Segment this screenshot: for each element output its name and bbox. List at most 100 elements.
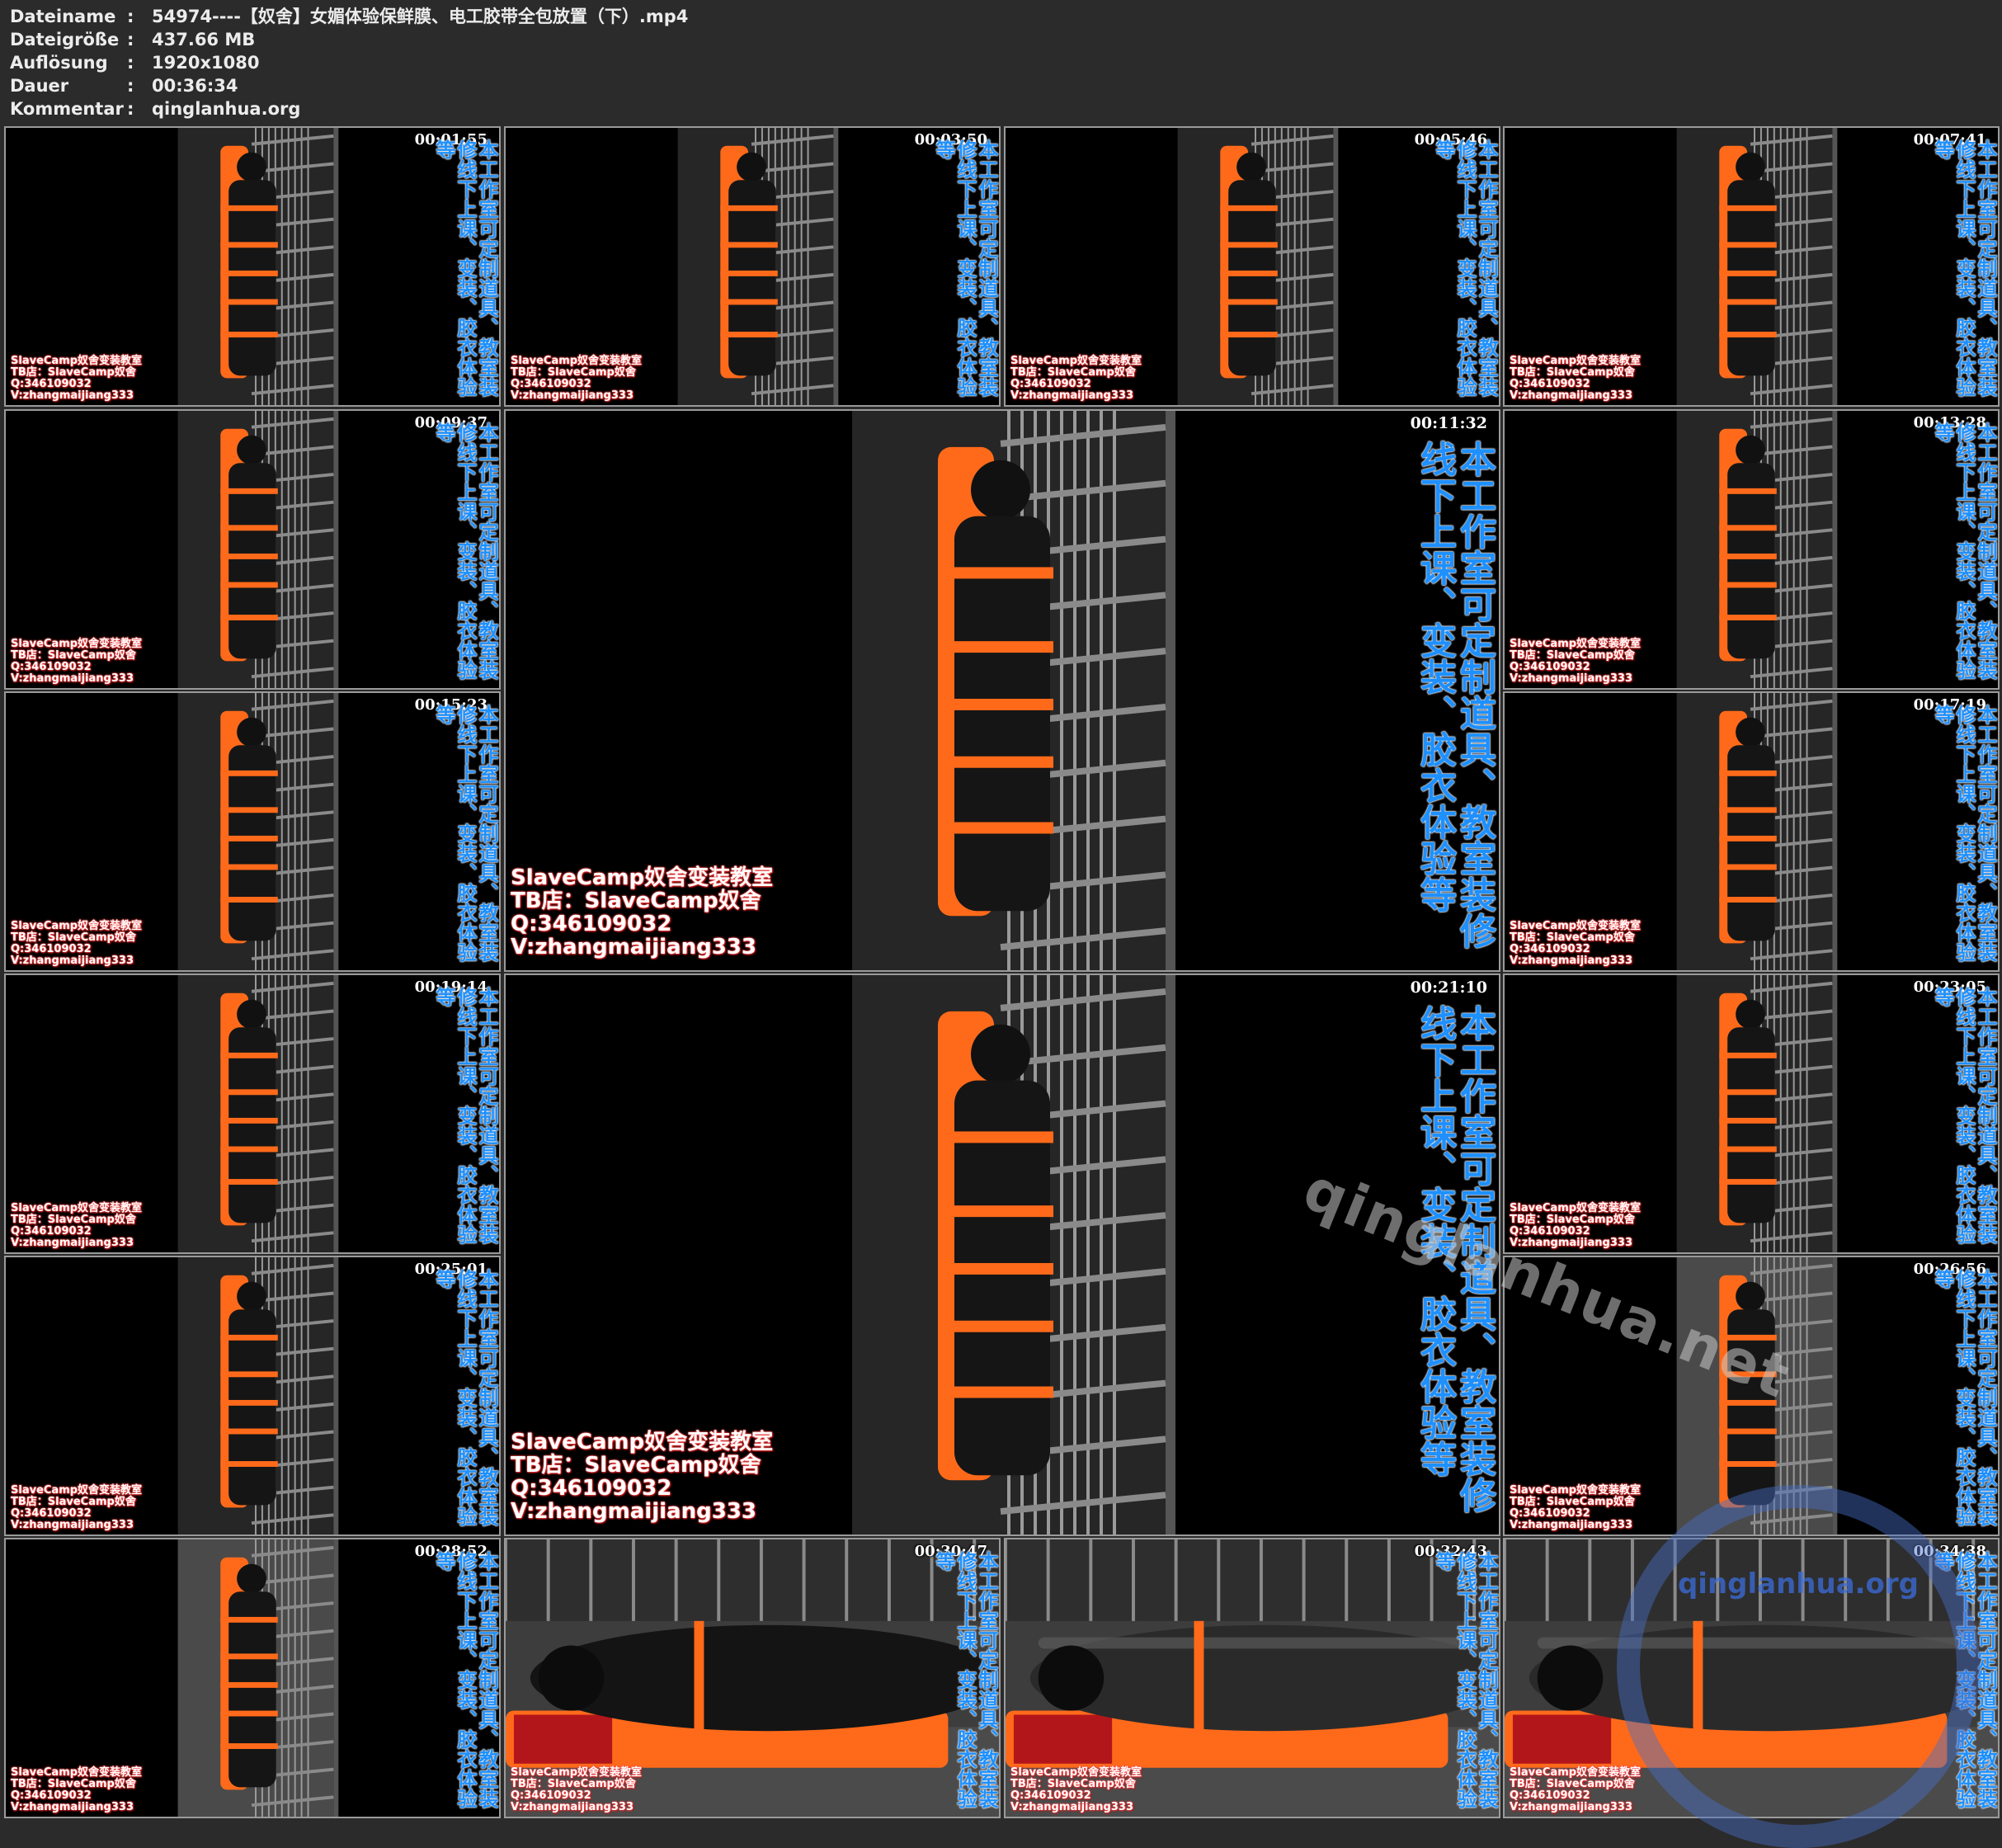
header-label: Dateiname (10, 7, 116, 26)
header-separator: : (127, 76, 134, 96)
header-label: Kommentar (10, 99, 124, 119)
vertical-promo-text: 本工作室可定制道具、教室装修线下上课、变装、胶衣体验等 (1931, 139, 1997, 397)
watermark-line: SlaveCamp奴舍变装教室 (11, 1202, 143, 1214)
header-separator: : (127, 30, 134, 50)
watermark-line: Q:346109032 (511, 378, 591, 390)
video-thumbnail: 00:03:50 SlaveCamp奴舍变装教室 TB店：SlaveCamp奴舍 Q:… (504, 126, 1001, 407)
video-thumbnail: 00:13:28 SlaveCamp奴舍变装教室 TB店：SlaveCamp奴舍 Q:… (1503, 409, 2000, 690)
watermark-line: SlaveCamp奴舍变装教室 (11, 638, 143, 650)
video-thumbnail: 00:15:23 SlaveCamp奴舍变装教室 TB店：SlaveCamp奴舍 Q:… (4, 691, 501, 972)
watermark-line: SlaveCamp奴舍变装教室 (11, 920, 143, 932)
watermark-line: V:zhangmaijiang333 (1510, 955, 1632, 967)
watermark-line: Q:346109032 (1510, 1789, 1590, 1802)
watermark-line: TB店：SlaveCamp奴舍 (11, 1778, 136, 1790)
video-thumbnail: 00:09:37 SlaveCamp奴舍变装教室 TB店：SlaveCamp奴舍 Q:… (4, 409, 501, 690)
watermark-line: SlaveCamp奴舍变装教室 (511, 1430, 774, 1454)
watermark-text: SlaveCamp奴舍变装教室 TB店：SlaveCamp奴舍 Q:34610903… (511, 866, 773, 959)
watermark-line: Q:346109032 (11, 943, 92, 955)
circle-logo-text: qinglanhua.org (1677, 1568, 1920, 1600)
vertical-promo-text: 本工作室可定制道具、教室装修线下上课、变装、胶衣体验等 (1931, 987, 1997, 1244)
watermark-line: TB店：SlaveCamp奴舍 (11, 366, 136, 379)
vertical-promo-text: 本工作室可定制道具、教室装修线下上课、变装、胶衣体验等 (1931, 422, 1997, 680)
video-thumbnail: 00:11:32 SlaveCamp奴舍变装教室 TB店：SlaveCamp奴舍 Q:… (504, 409, 1500, 972)
watermark-line: V:zhangmaijiang333 (1010, 389, 1133, 402)
vertical-promo-text: 本工作室可定制道具、教室装修线下上课、变装、胶衣体验等 (1414, 441, 1496, 949)
header-row: Dateigröße:437.66 MB (10, 28, 1990, 51)
vertical-promo-text: 本工作室可定制道具、教室装修线下上课、变装、胶衣体验等 (1931, 705, 1997, 962)
header-row: Dauer:00:36:34 (10, 74, 1990, 97)
watermark-text: SlaveCamp奴舍变装教室 TB店：SlaveCamp奴舍 Q:34610903… (11, 921, 142, 967)
watermark-line: TB店：SlaveCamp奴舍 (11, 649, 136, 662)
watermark-line: Q:346109032 (11, 1507, 92, 1520)
vertical-promo-text: 本工作室可定制道具、教室装修线下上课、变装、胶衣体验等 (1432, 139, 1498, 397)
watermark-line: Q:346109032 (1010, 378, 1091, 390)
timestamp-label: 00:21:10 (1410, 978, 1487, 997)
watermark-line: TB店：SlaveCamp奴舍 (11, 1496, 136, 1508)
vertical-promo-text: 本工作室可定制道具、教室装修线下上课、变装、胶衣体验等 (932, 1551, 998, 1808)
header-separator: : (127, 99, 134, 119)
video-thumbnail: 00:28:52 SlaveCamp奴舍变装教室 TB店：SlaveCamp奴舍 Q:… (4, 1538, 501, 1818)
watermark-line: Q:346109032 (1510, 378, 1590, 390)
watermark-line: Q:346109032 (1510, 1507, 1590, 1520)
watermark-line: SlaveCamp奴舍变装教室 (511, 355, 643, 367)
watermark-text: SlaveCamp奴舍变装教室 TB店：SlaveCamp奴舍 Q:34610903… (1510, 639, 1641, 685)
video-thumbnail: 00:23:05 SlaveCamp奴舍变装教室 TB店：SlaveCamp奴舍 Q:… (1503, 974, 2000, 1254)
watermark-text: SlaveCamp奴舍变装教室 TB店：SlaveCamp奴舍 Q:34610903… (511, 1767, 642, 1813)
watermark-line: Q:346109032 (11, 1789, 92, 1802)
watermark-line: Q:346109032 (1510, 1225, 1590, 1238)
watermark-text: SlaveCamp奴舍变装教室 TB店：SlaveCamp奴舍 Q:34610903… (1510, 1485, 1641, 1531)
watermark-line: V:zhangmaijiang333 (1510, 672, 1632, 685)
video-thumbnail: 00:01:55 SlaveCamp奴舍变装教室 TB店：SlaveCamp奴舍 Q:… (4, 126, 501, 407)
watermark-line: SlaveCamp奴舍变装教室 (1510, 355, 1642, 367)
header-label: Auflösung (10, 53, 108, 73)
watermark-line: SlaveCamp奴舍变装教室 (11, 355, 143, 367)
watermark-line: SlaveCamp奴舍变装教室 (1510, 1484, 1642, 1497)
header-row: Dateiname:54974----【奴舍】女媚体验保鲜膜、电工胶带全包放置（… (10, 5, 1990, 28)
watermark-line: TB店：SlaveCamp奴舍 (511, 1778, 636, 1790)
vertical-promo-text: 本工作室可定制道具、教室装修线下上课、变装、胶衣体验等 (432, 139, 498, 397)
watermark-line: SlaveCamp奴舍变装教室 (1510, 920, 1642, 932)
header-separator: : (127, 7, 134, 26)
watermark-text: SlaveCamp奴舍变装教室 TB店：SlaveCamp奴舍 Q:34610903… (11, 1203, 142, 1249)
video-thumbnail: 00:17:19 SlaveCamp奴舍变装教室 TB店：SlaveCamp奴舍 Q:… (1503, 691, 2000, 972)
watermark-text: SlaveCamp奴舍变装教室 TB店：SlaveCamp奴舍 Q:34610903… (11, 1767, 142, 1813)
watermark-line: V:zhangmaijiang333 (1510, 389, 1632, 402)
vertical-promo-text: 本工作室可定制道具、教室装修线下上课、变装、胶衣体验等 (432, 987, 498, 1244)
watermark-text: SlaveCamp奴舍变装教室 TB店：SlaveCamp奴舍 Q:34610903… (11, 356, 142, 402)
file-info-header: Dateiname:54974----【奴舍】女媚体验保鲜膜、电工胶带全包放置（… (10, 5, 1990, 120)
watermark-line: Q:346109032 (511, 1789, 591, 1802)
header-label: Dauer (10, 76, 69, 96)
watermark-line: V:zhangmaijiang333 (11, 672, 134, 685)
watermark-text: SlaveCamp奴舍变装教室 TB店：SlaveCamp奴舍 Q:34610903… (511, 1431, 773, 1523)
watermark-line: TB店：SlaveCamp奴舍 (11, 931, 136, 944)
watermark-line: TB店：SlaveCamp奴舍 (1510, 366, 1635, 379)
watermark-line: TB店：SlaveCamp奴舍 (1510, 649, 1635, 662)
watermark-line: SlaveCamp奴舍变装教室 (11, 1766, 143, 1779)
watermark-text: SlaveCamp奴舍变装教室 TB店：SlaveCamp奴舍 Q:34610903… (1510, 921, 1641, 967)
watermark-text: SlaveCamp奴舍变装教室 TB店：SlaveCamp奴舍 Q:34610903… (1510, 356, 1641, 402)
watermark-line: V:zhangmaijiang333 (1510, 1519, 1632, 1531)
header-separator: : (127, 53, 134, 73)
video-thumbnail: 00:25:01 SlaveCamp奴舍变装教室 TB店：SlaveCamp奴舍 Q:… (4, 1256, 501, 1536)
watermark-line: Q:346109032 (511, 912, 672, 936)
watermark-line: V:zhangmaijiang333 (1510, 1801, 1632, 1813)
watermark-line: V:zhangmaijiang333 (511, 935, 756, 959)
video-thumbnail: 00:32:43 SlaveCamp奴舍变装教室 TB店：SlaveCamp奴舍 Q:… (1004, 1538, 1500, 1818)
watermark-line: SlaveCamp奴舍变装教室 (1510, 1766, 1642, 1779)
watermark-line: SlaveCamp奴舍变装教室 (1010, 1766, 1142, 1779)
watermark-line: TB店：SlaveCamp奴舍 (1510, 1214, 1635, 1226)
vertical-promo-text: 本工作室可定制道具、教室装修线下上课、变装、胶衣体验等 (432, 1551, 498, 1808)
watermark-line: SlaveCamp奴舍变装教室 (1510, 638, 1642, 650)
vertical-promo-text: 本工作室可定制道具、教室装修线下上课、变装、胶衣体验等 (1432, 1551, 1498, 1808)
header-value: 437.66 MB (152, 30, 256, 50)
watermark-line: V:zhangmaijiang333 (1010, 1801, 1133, 1813)
watermark-line: SlaveCamp奴舍变装教室 (11, 1484, 143, 1497)
header-value: 54974----【奴舍】女媚体验保鲜膜、电工胶带全包放置（下）.mp4 (152, 7, 689, 26)
watermark-text: SlaveCamp奴舍变装教室 TB店：SlaveCamp奴舍 Q:34610903… (1010, 1767, 1142, 1813)
watermark-line: Q:346109032 (1510, 943, 1590, 955)
header-value: qinglanhua.org (152, 99, 301, 119)
vertical-promo-text: 本工作室可定制道具、教室装修线下上课、变装、胶衣体验等 (932, 139, 998, 397)
watermark-line: TB店：SlaveCamp奴舍 (511, 366, 636, 379)
video-thumbnail: 00:19:14 SlaveCamp奴舍变装教室 TB店：SlaveCamp奴舍 Q:… (4, 974, 501, 1254)
header-row: Kommentar: qinglanhua.org (10, 97, 1990, 120)
